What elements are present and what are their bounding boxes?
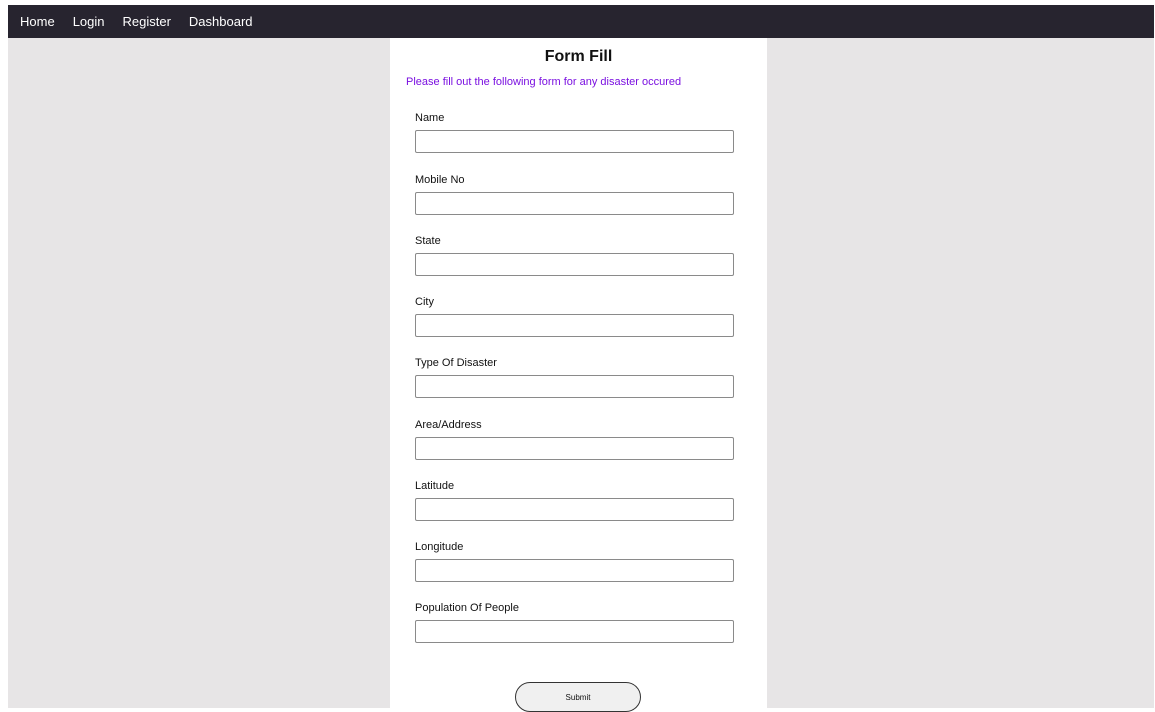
page-background: Home Login Register Dashboard Form Fill … <box>8 5 1154 712</box>
mobile-no-input[interactable] <box>415 192 734 215</box>
field-area-address: Area/Address <box>415 418 734 460</box>
type-of-disaster-label: Type Of Disaster <box>415 357 497 369</box>
form-title: Form Fill <box>544 48 613 65</box>
name-input[interactable] <box>415 130 734 153</box>
field-longitude: Longitude <box>415 540 734 582</box>
field-city: City <box>415 295 734 337</box>
area-address-label: Area/Address <box>415 419 482 431</box>
state-label: State <box>415 235 441 247</box>
field-state: State <box>415 234 734 276</box>
top-navbar: Home Login Register Dashboard <box>8 5 1154 38</box>
city-input[interactable] <box>415 314 734 337</box>
field-mobile-no: Mobile No <box>415 173 734 215</box>
name-label: Name <box>415 112 445 124</box>
population-of-people-label: Population Of People <box>415 602 519 614</box>
field-type-of-disaster: Type Of Disaster <box>415 356 734 398</box>
field-latitude: Latitude <box>415 479 734 521</box>
nav-link-home[interactable]: Home <box>20 14 55 29</box>
field-name: Name <box>415 111 734 153</box>
mobile-no-label: Mobile No <box>415 174 465 186</box>
field-population-of-people: Population Of People <box>415 601 734 643</box>
longitude-input[interactable] <box>415 559 734 582</box>
state-input[interactable] <box>415 253 734 276</box>
nav-link-login[interactable]: Login <box>73 14 105 29</box>
nav-link-register[interactable]: Register <box>123 14 171 29</box>
type-of-disaster-input[interactable] <box>415 375 734 398</box>
form-subtitle: Please fill out the following form for a… <box>406 76 682 88</box>
city-label: City <box>415 296 434 308</box>
population-of-people-input[interactable] <box>415 620 734 643</box>
latitude-label: Latitude <box>415 480 455 492</box>
nav-link-dashboard[interactable]: Dashboard <box>189 14 253 29</box>
latitude-input[interactable] <box>415 498 734 521</box>
disaster-form-panel: Form Fill Please fill out the following … <box>390 38 767 712</box>
longitude-label: Longitude <box>415 541 464 553</box>
area-address-input[interactable] <box>415 437 734 460</box>
